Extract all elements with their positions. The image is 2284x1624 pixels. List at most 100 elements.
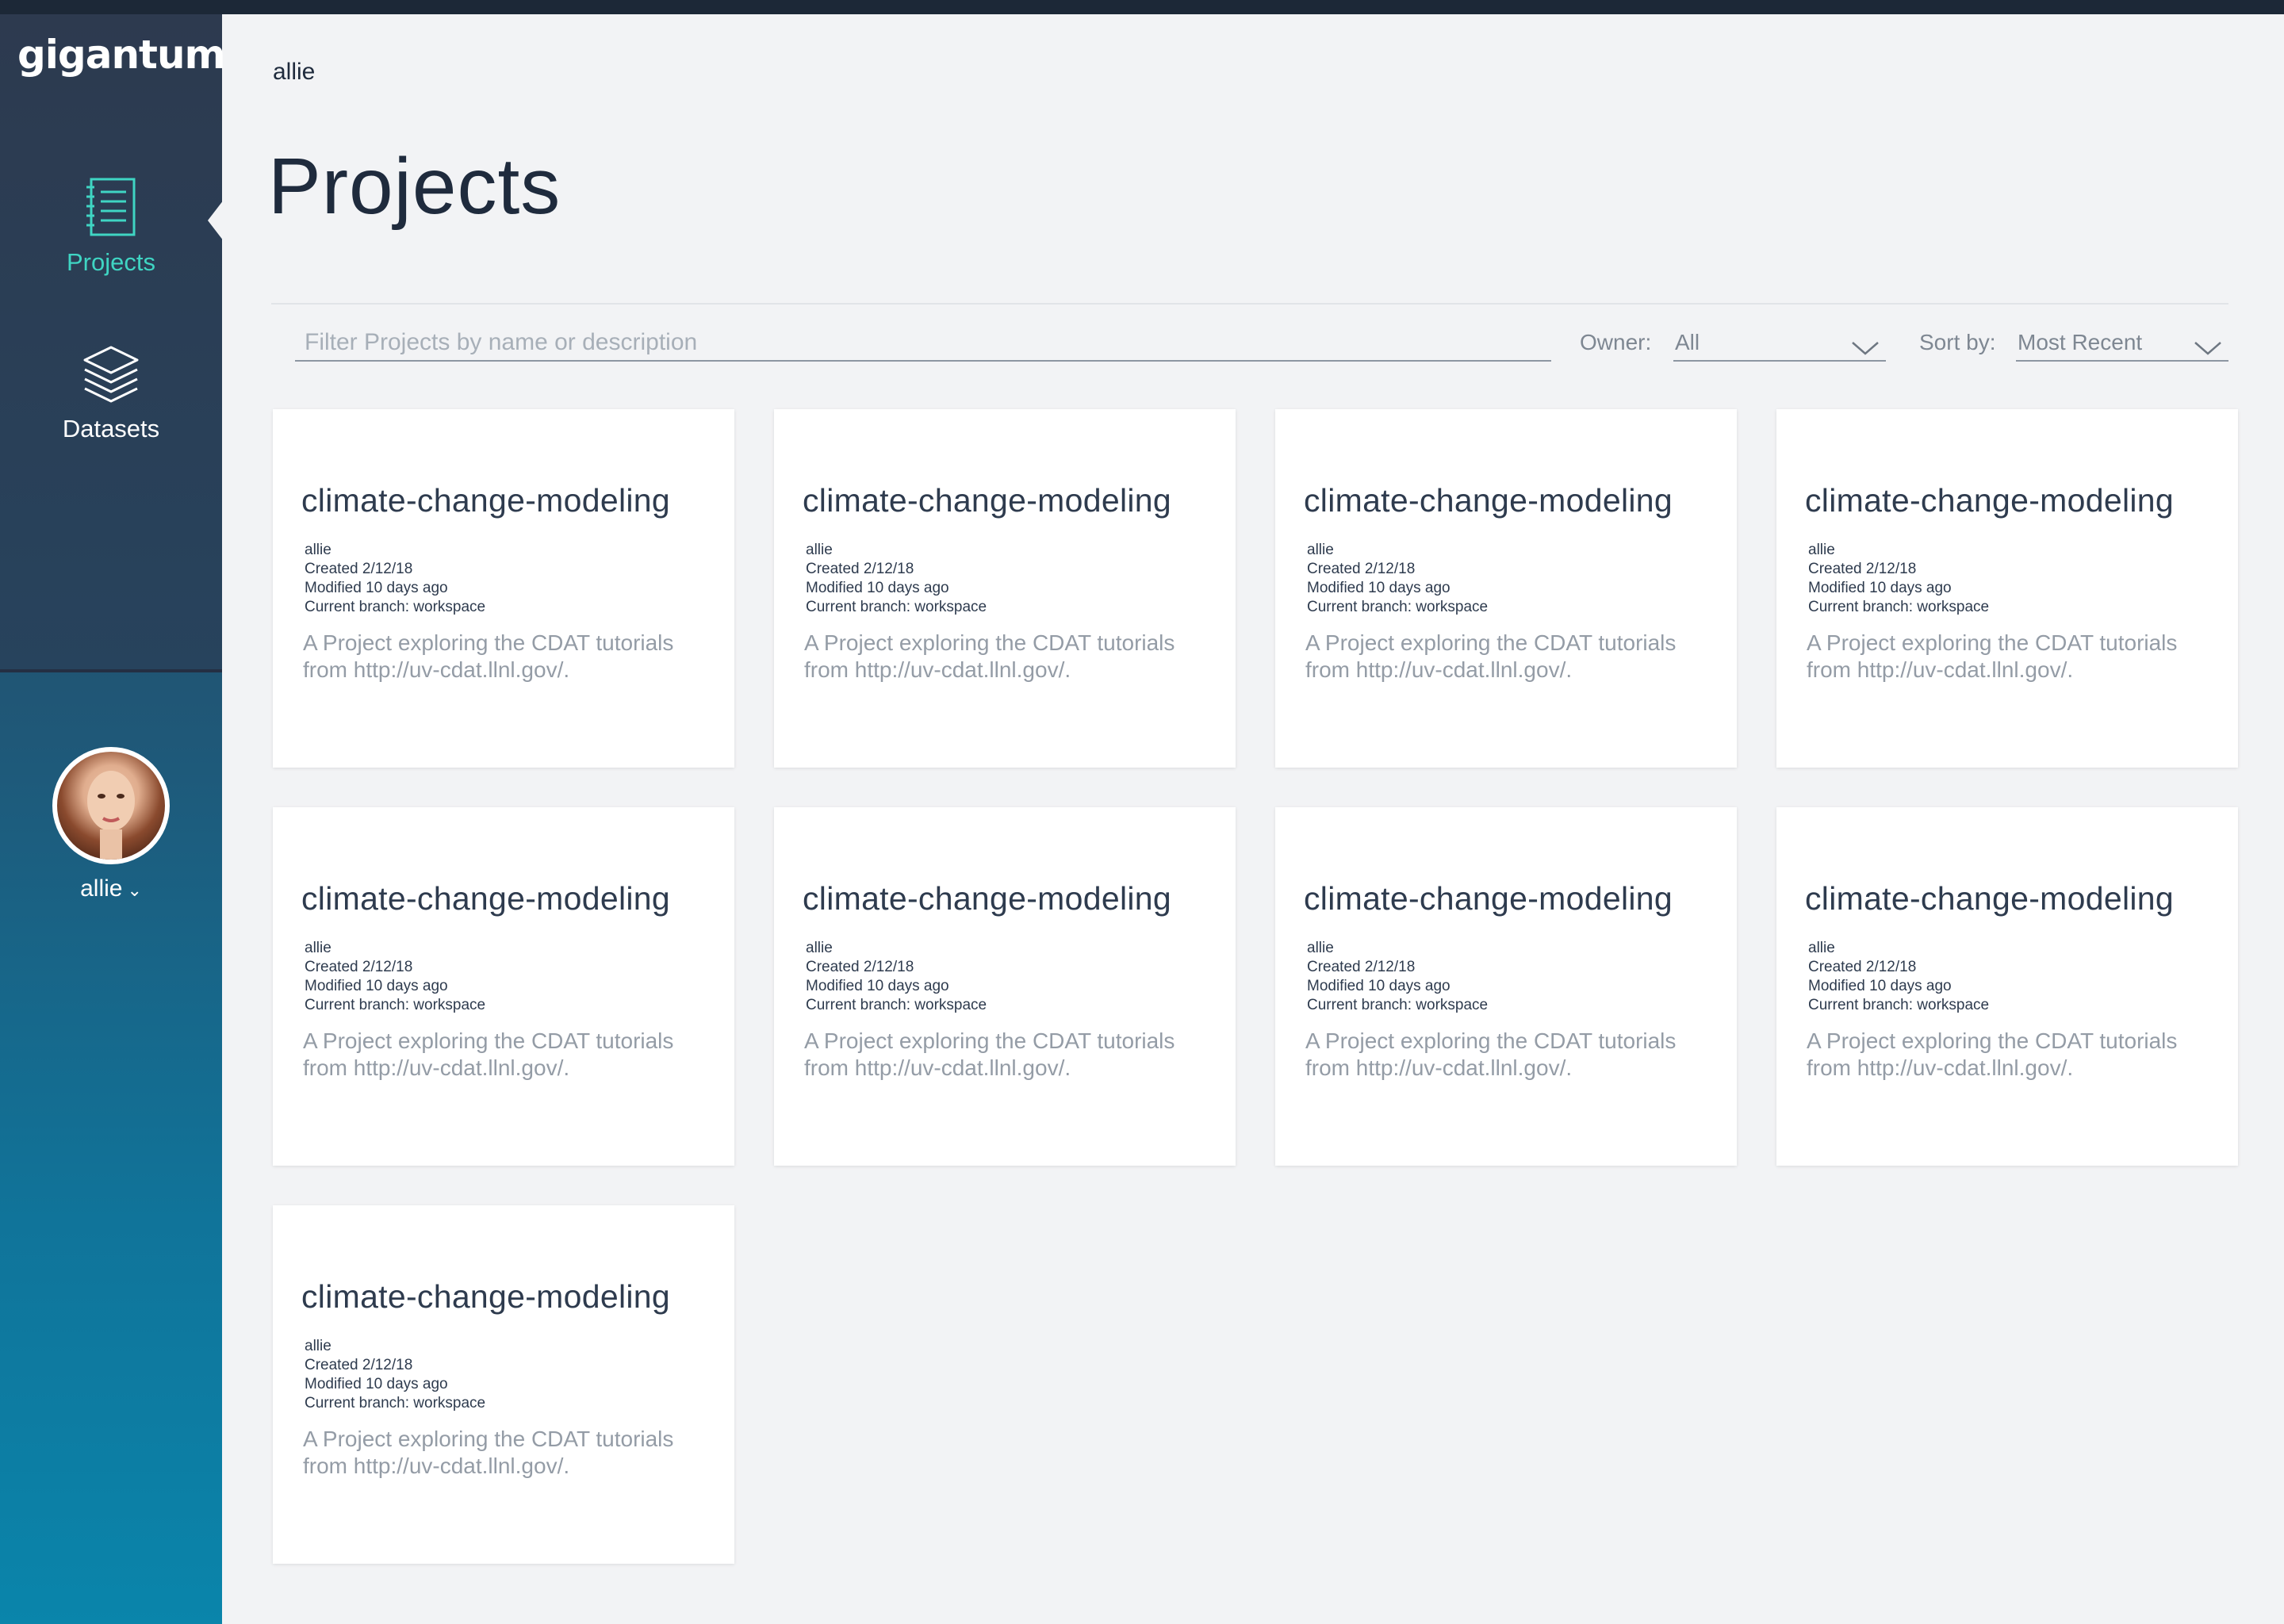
sidebar-item-projects[interactable]: Projects [0, 178, 222, 277]
breadcrumb[interactable]: allie [273, 59, 315, 86]
project-modified: Modified 10 days ago [806, 978, 949, 994]
project-meta: allie Created 2/12/18 Modified 10 days a… [305, 939, 485, 1015]
project-card[interactable]: climate-change-modeling allie Created 2/… [273, 1205, 734, 1564]
filter-input[interactable] [295, 325, 1551, 362]
chevron-down-icon [1851, 336, 1880, 362]
project-branch: Current branch: workspace [806, 997, 987, 1013]
project-title[interactable]: climate-change-modeling [1805, 482, 2174, 519]
project-title[interactable]: climate-change-modeling [301, 1278, 670, 1316]
project-meta: allie Created 2/12/18 Modified 10 days a… [305, 1337, 485, 1413]
project-owner: allie [305, 542, 331, 558]
project-created: Created 2/12/18 [1307, 561, 1416, 577]
owner-select[interactable]: All [1673, 325, 1886, 362]
description-line: A Project exploring the CDAT tutorials [303, 1028, 674, 1053]
user-menu: allie ⌄ [0, 747, 222, 902]
sidebar-item-label: Datasets [62, 415, 160, 442]
active-indicator [208, 200, 224, 241]
app-logo[interactable]: gigantum [17, 32, 226, 78]
description-line: from http://uv-cdat.llnl.gov/. [1305, 1055, 1573, 1080]
project-card[interactable]: climate-change-modeling allie Created 2/… [273, 409, 734, 768]
project-meta: allie Created 2/12/18 Modified 10 days a… [806, 939, 987, 1015]
project-card[interactable]: climate-change-modeling allie Created 2/… [774, 807, 1236, 1166]
user-menu-toggle[interactable]: allie ⌄ [0, 875, 222, 902]
project-card[interactable]: climate-change-modeling allie Created 2/… [1275, 807, 1737, 1166]
project-title[interactable]: climate-change-modeling [803, 880, 1171, 917]
project-title[interactable]: climate-change-modeling [301, 880, 670, 917]
user-name: allie [80, 875, 123, 902]
project-modified: Modified 10 days ago [806, 580, 949, 596]
project-modified: Modified 10 days ago [1307, 580, 1450, 596]
description-line: A Project exploring the CDAT tutorials [1305, 630, 1677, 655]
project-meta: allie Created 2/12/18 Modified 10 days a… [1808, 541, 1989, 617]
avatar[interactable] [52, 747, 170, 864]
page-title: Projects [268, 142, 561, 231]
divider [271, 303, 2228, 304]
description-line: from http://uv-cdat.llnl.gov/. [303, 657, 570, 682]
project-card[interactable]: climate-change-modeling allie Created 2/… [273, 807, 734, 1166]
project-branch: Current branch: workspace [1307, 997, 1489, 1013]
project-modified: Modified 10 days ago [1307, 978, 1450, 994]
project-branch: Current branch: workspace [806, 599, 987, 615]
project-title[interactable]: climate-change-modeling [803, 482, 1171, 519]
project-modified: Modified 10 days ago [305, 978, 448, 994]
chevron-down-icon: ⌄ [127, 880, 142, 900]
project-branch: Current branch: workspace [1808, 997, 1990, 1013]
project-modified: Modified 10 days ago [1808, 978, 1952, 994]
layers-icon [82, 344, 140, 407]
project-owner: allie [305, 940, 331, 956]
top-bar [0, 0, 2284, 14]
owner-select-value: All [1675, 330, 1700, 354]
description-line: A Project exploring the CDAT tutorials [1305, 1028, 1677, 1053]
project-description: A Project exploring the CDAT tutorials f… [303, 630, 715, 684]
description-line: A Project exploring the CDAT tutorials [303, 630, 674, 655]
project-created: Created 2/12/18 [1808, 959, 1917, 975]
description-line: A Project exploring the CDAT tutorials [303, 1427, 674, 1451]
project-title[interactable]: climate-change-modeling [1304, 482, 1673, 519]
description-line: A Project exploring the CDAT tutorials [804, 1028, 1175, 1053]
project-description: A Project exploring the CDAT tutorials f… [303, 1426, 715, 1480]
sort-select-value: Most Recent [2018, 330, 2143, 354]
description-line: A Project exploring the CDAT tutorials [1807, 630, 2178, 655]
project-owner: allie [1808, 542, 1835, 558]
project-branch: Current branch: workspace [1307, 599, 1489, 615]
project-description: A Project exploring the CDAT tutorials f… [303, 1028, 715, 1082]
project-created: Created 2/12/18 [806, 561, 914, 577]
project-created: Created 2/12/18 [305, 1357, 413, 1373]
project-title[interactable]: climate-change-modeling [301, 482, 670, 519]
project-description: A Project exploring the CDAT tutorials f… [1305, 1028, 1718, 1082]
project-meta: allie Created 2/12/18 Modified 10 days a… [305, 541, 485, 617]
description-line: from http://uv-cdat.llnl.gov/. [1305, 657, 1573, 682]
project-modified: Modified 10 days ago [305, 1376, 448, 1392]
user-avatar-photo [57, 752, 165, 860]
project-description: A Project exploring the CDAT tutorials f… [1305, 630, 1718, 684]
description-line: from http://uv-cdat.llnl.gov/. [303, 1454, 570, 1478]
sidebar-nav-section [0, 14, 222, 672]
project-branch: Current branch: workspace [1808, 599, 1990, 615]
project-meta: allie Created 2/12/18 Modified 10 days a… [806, 541, 987, 617]
project-created: Created 2/12/18 [1307, 959, 1416, 975]
project-meta: allie Created 2/12/18 Modified 10 days a… [1307, 541, 1488, 617]
project-branch: Current branch: workspace [305, 997, 486, 1013]
sidebar-item-datasets[interactable]: Datasets [0, 344, 222, 443]
project-branch: Current branch: workspace [305, 1395, 486, 1411]
project-meta: allie Created 2/12/18 Modified 10 days a… [1307, 939, 1488, 1015]
project-owner: allie [806, 542, 833, 558]
sort-label: Sort by: [1919, 330, 1996, 354]
project-meta: allie Created 2/12/18 Modified 10 days a… [1808, 939, 1989, 1015]
project-title[interactable]: climate-change-modeling [1805, 880, 2174, 917]
project-title[interactable]: climate-change-modeling [1304, 880, 1673, 917]
project-description: A Project exploring the CDAT tutorials f… [1807, 1028, 2219, 1082]
chevron-down-icon [2194, 336, 2222, 362]
project-card[interactable]: climate-change-modeling allie Created 2/… [1275, 409, 1737, 768]
project-card[interactable]: climate-change-modeling allie Created 2/… [774, 409, 1236, 768]
sort-select[interactable]: Most Recent [2016, 325, 2228, 362]
project-created: Created 2/12/18 [305, 561, 413, 577]
project-card[interactable]: climate-change-modeling allie Created 2/… [1776, 807, 2238, 1166]
description-line: from http://uv-cdat.llnl.gov/. [303, 1055, 570, 1080]
project-card[interactable]: climate-change-modeling allie Created 2/… [1776, 409, 2238, 768]
project-owner: allie [305, 1338, 331, 1354]
project-branch: Current branch: workspace [305, 599, 486, 615]
notebook-icon [85, 178, 137, 240]
project-owner: allie [1808, 940, 1835, 956]
project-owner: allie [1307, 940, 1334, 956]
